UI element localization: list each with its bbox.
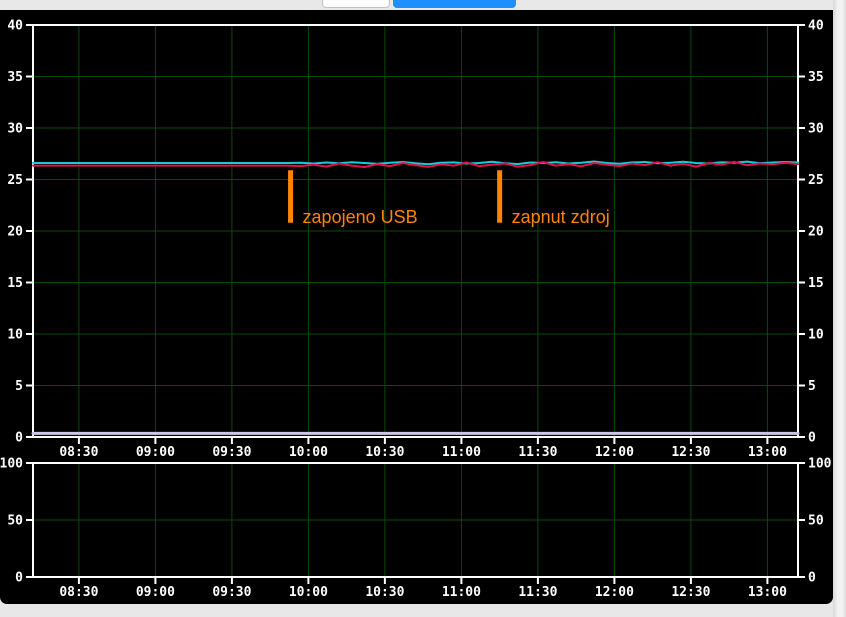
y-axis-label-right: 20 [808, 225, 824, 240]
x-axis-label: 08:30 [59, 445, 98, 460]
toolbar-input[interactable] [322, 0, 390, 8]
y-axis-label-right: 25 [808, 173, 824, 188]
x-axis-label: 12:00 [595, 585, 634, 600]
x-axis-label: 12:00 [595, 445, 634, 460]
y-axis-label-left: 40 [7, 19, 23, 34]
top-toolbar [0, 0, 846, 10]
charts-canvas: 0 0 5 5 10 10 15 15 20 20 25 25 30 30 35 35 40 40 08:30 09:… [0, 10, 833, 604]
y-axis-label-right: 35 [808, 70, 824, 85]
y-axis-label-left: 15 [7, 276, 23, 291]
x-axis-label: 12:30 [671, 445, 710, 460]
x-axis-label: 09:30 [212, 585, 251, 600]
annotation-label: zapnut zdroj [512, 207, 610, 227]
scrollbar[interactable] [833, 0, 846, 617]
y-axis-label-right: 50 [808, 514, 824, 529]
x-axis-label: 08:30 [59, 585, 98, 600]
x-axis-label: 11:30 [518, 585, 557, 600]
y-axis-label-left: 25 [7, 173, 23, 188]
toolbar-button[interactable] [393, 0, 516, 8]
y-axis-label-right: 15 [808, 276, 824, 291]
chart-panel: 0 0 5 5 10 10 15 15 20 20 25 25 30 30 35 35 40 40 08:30 09:… [0, 10, 833, 604]
x-axis-label: 13:00 [748, 585, 787, 600]
x-axis-label: 09:30 [212, 445, 251, 460]
y-axis-label-left: 100 [0, 457, 23, 472]
y-axis-label-left: 0 [15, 431, 23, 446]
y-axis-label-left: 10 [7, 328, 23, 343]
y-axis-label-left: 0 [15, 571, 23, 586]
y-axis-label-left: 5 [15, 379, 23, 394]
x-axis-label: 10:00 [289, 445, 328, 460]
y-axis-label-right: 0 [808, 571, 816, 586]
y-axis-label-right: 0 [808, 431, 816, 446]
x-axis-label: 13:00 [748, 445, 787, 460]
y-axis-label-right: 40 [808, 19, 824, 34]
x-axis-label: 11:00 [442, 585, 481, 600]
x-axis-label: 11:30 [518, 445, 557, 460]
x-axis-label: 10:30 [365, 585, 404, 600]
y-axis-label-left: 50 [7, 514, 23, 529]
y-axis-label-left: 30 [7, 122, 23, 137]
y-axis-label-right: 100 [808, 457, 832, 472]
y-axis-label-right: 30 [808, 122, 824, 137]
y-axis-label-right: 5 [808, 379, 816, 394]
x-axis-label: 10:30 [365, 445, 404, 460]
y-axis-label-left: 20 [7, 225, 23, 240]
annotation-label: zapojeno USB [303, 207, 418, 227]
x-axis-label: 09:00 [136, 445, 175, 460]
x-axis-label: 11:00 [442, 445, 481, 460]
x-axis-label: 10:00 [289, 585, 328, 600]
y-axis-label-right: 10 [808, 328, 824, 343]
x-axis-label: 12:30 [671, 585, 710, 600]
x-axis-label: 09:00 [136, 585, 175, 600]
y-axis-label-left: 35 [7, 70, 23, 85]
bottom-margin [0, 604, 846, 617]
